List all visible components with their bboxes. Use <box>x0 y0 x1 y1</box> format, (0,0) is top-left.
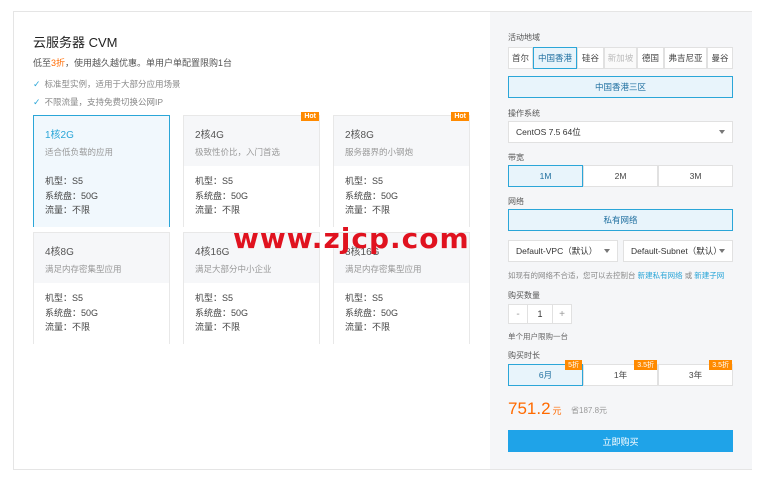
plan-desc: 满足内存密集型应用 <box>345 264 422 274</box>
plan-specs: 机型：S5 系统盘：50G 流量：不限 <box>45 293 99 332</box>
region-bangkok[interactable]: 曼谷 <box>707 47 733 69</box>
region-label: 活动地域 <box>508 33 540 42</box>
plan-desc: 服务器界的小钢炮 <box>345 147 414 157</box>
check-icon: ✓ <box>33 78 41 89</box>
network-hint: 如现有的网络不合适，您可以去控制台 新建私有网络 或 新建子网 <box>508 271 725 280</box>
bandwidth-3m[interactable]: 3M <box>658 165 733 187</box>
plan-specs: 机型：S5 系统盘：50G 流量：不限 <box>345 293 399 332</box>
region-singapore[interactable]: 新加坡 <box>604 47 637 69</box>
region-hongkong[interactable]: 中国香港 <box>533 47 577 69</box>
watermark: www.zjcp.com <box>233 222 470 255</box>
quantity-stepper: - 1 + <box>508 304 572 324</box>
plan-card-2c8g[interactable]: Hot 2核8G 服务器界的小钢炮 机型：S5 系统盘：50G 流量：不限 <box>333 112 470 227</box>
discount-badge: 5折 <box>565 360 582 370</box>
plan-specs: 机型：S5 系统盘：50G 流量：不限 <box>45 176 99 215</box>
bandwidth-1m[interactable]: 1M <box>508 165 583 187</box>
plan-card-4c8g[interactable]: 4核8G 满足内存密集型应用 机型：S5 系统盘：50G 流量：不限 <box>33 232 170 344</box>
duration-6-months[interactable]: 6月 5折 <box>508 360 583 386</box>
region-seoul[interactable]: 首尔 <box>508 47 533 69</box>
plan-desc: 极致性价比，入门首选 <box>195 147 281 157</box>
network-private-button[interactable]: 私有网络 <box>508 209 733 231</box>
check-icon: ✓ <box>33 96 41 107</box>
product-title: 云服务器 CVM <box>33 35 118 50</box>
decrement-button[interactable]: - <box>508 304 528 324</box>
create-vpc-link[interactable]: 新建私有网络 <box>638 271 683 280</box>
quantity-input[interactable]: 1 <box>528 304 552 324</box>
region-silicon-valley[interactable]: 硅谷 <box>577 47 604 69</box>
savings-text: 省187.8元 <box>571 406 608 415</box>
plan-card-1c2g[interactable]: 1核2G 适合低负载的应用 机型：S5 系统盘：50G 流量：不限 <box>33 115 170 227</box>
subnet-select[interactable]: Default-Subnet（默认） <box>623 240 733 262</box>
promo-text: 低至3折，使用越久越优惠。单用户单配置限购1台 <box>33 58 233 68</box>
chevron-down-icon <box>604 249 610 253</box>
plan-card-2c4g[interactable]: Hot 2核4G 极致性价比，入门首选 机型：S5 系统盘：50G 流量：不限 <box>183 112 320 227</box>
config-panel: 活动地域 首尔 中国香港 硅谷 新加坡 德国 弗吉尼亚 曼谷 中国香港三区 操作… <box>490 12 752 469</box>
feature-item: ✓ 不限流量，支持免费切换公网IP <box>33 96 164 108</box>
discount-badge: 3.5折 <box>709 360 732 370</box>
duration-label: 购买时长 <box>508 351 540 360</box>
plan-specs: 机型：S5 系统盘：50G 流量：不限 <box>345 176 399 215</box>
plan-desc: 适合低负载的应用 <box>45 147 114 157</box>
create-subnet-link[interactable]: 新建子网 <box>694 271 724 280</box>
discount-badge: 3.5折 <box>634 360 657 370</box>
plan-name: 1核2G <box>45 130 74 141</box>
plan-desc: 满足内存密集型应用 <box>45 264 122 274</box>
quantity-label: 购买数量 <box>508 291 540 300</box>
bandwidth-2m[interactable]: 2M <box>583 165 658 187</box>
bandwidth-label: 带宽 <box>508 153 524 162</box>
plan-name: 2核8G <box>345 130 374 141</box>
chevron-down-icon <box>719 249 725 253</box>
region-germany[interactable]: 德国 <box>637 47 664 69</box>
increment-button[interactable]: + <box>552 304 572 324</box>
zone-button[interactable]: 中国香港三区 <box>508 76 733 98</box>
plan-specs: 机型：S5 系统盘：50G 流量：不限 <box>195 293 249 332</box>
duration-1-year[interactable]: 1年 3.5折 <box>583 360 658 386</box>
vpc-select[interactable]: Default-VPC（默认） <box>508 240 618 262</box>
os-label: 操作系统 <box>508 109 540 118</box>
quantity-note: 单个用户限购一台 <box>508 332 568 341</box>
promo-highlight: 3折 <box>51 58 66 68</box>
chevron-down-icon <box>719 130 725 134</box>
plan-specs: 机型：S5 系统盘：50G 流量：不限 <box>195 176 249 215</box>
plan-name: 4核8G <box>45 247 74 258</box>
plan-desc: 满足大部分中小企业 <box>195 264 272 274</box>
duration-3-years[interactable]: 3年 3.5折 <box>658 360 733 386</box>
region-virginia[interactable]: 弗吉尼亚 <box>664 47 707 69</box>
network-label: 网络 <box>508 197 524 206</box>
price-value: 751.2 元 <box>508 399 562 418</box>
buy-now-button[interactable]: 立即购买 <box>508 430 733 452</box>
feature-item: ✓ 标准型实例，适用于大部分应用场景 <box>33 78 181 90</box>
os-select[interactable]: CentOS 7.5 64位 <box>508 121 733 143</box>
plan-name: 2核4G <box>195 130 224 141</box>
